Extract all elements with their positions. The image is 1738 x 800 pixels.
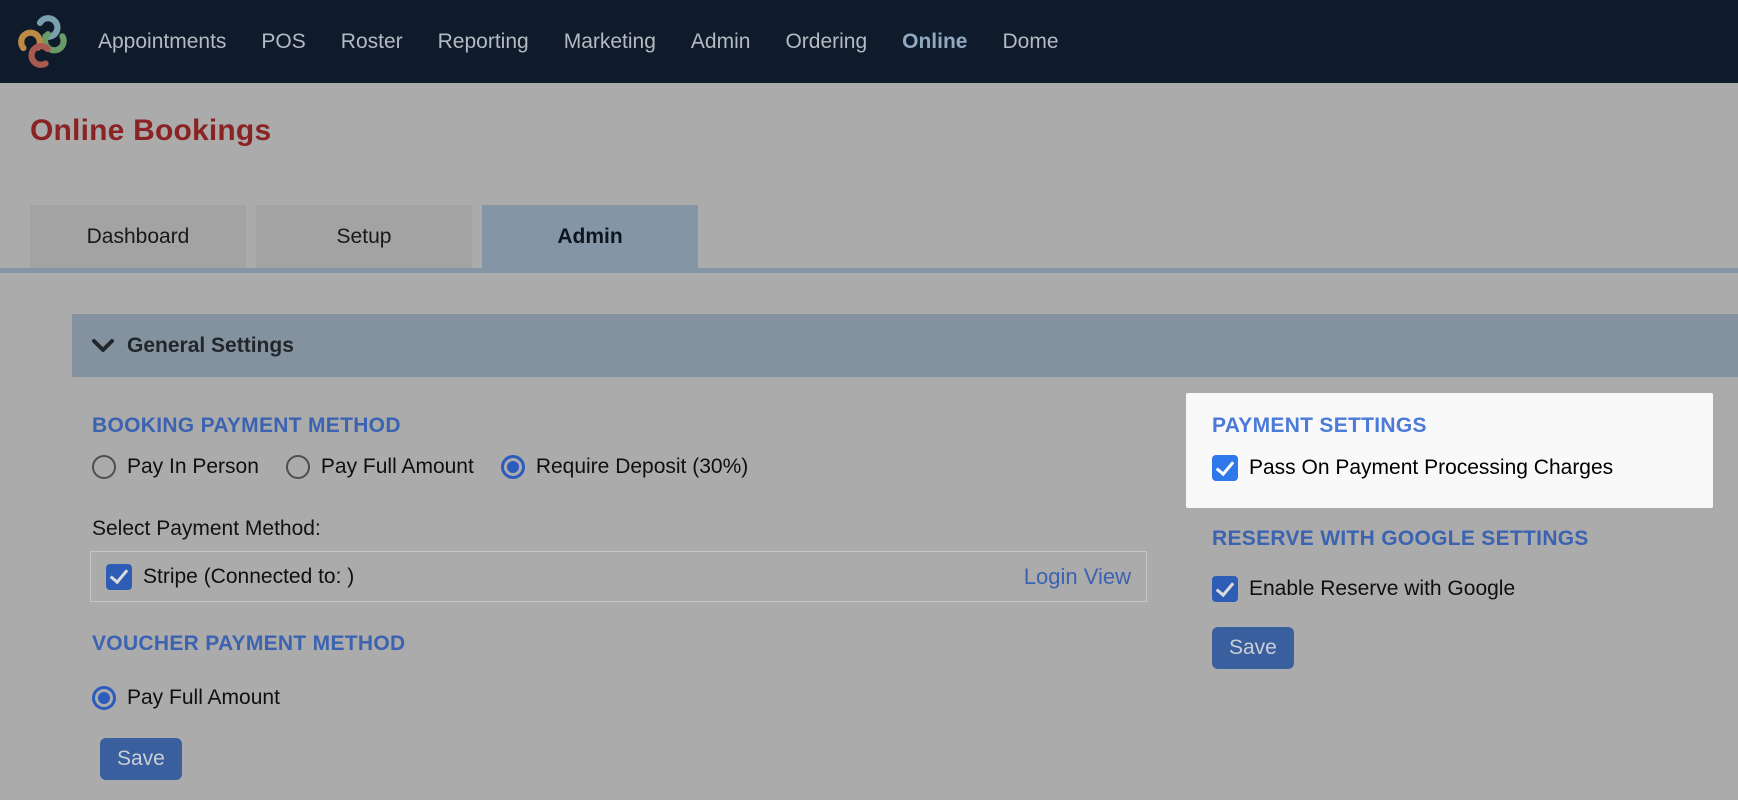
logo-icon [18,14,67,68]
nav-item-pos[interactable]: POS [261,30,305,54]
nav-item-ordering[interactable]: Ordering [785,30,867,54]
radio-label: Require Deposit (30%) [535,455,749,478]
radio-label: Pay In Person [127,455,259,478]
booking-payment-options: Pay In Person Pay Full Amount Require De… [92,455,748,479]
tab-underline [0,268,1738,273]
nav-item-online[interactable]: Online [902,30,967,54]
checkbox-checked [1212,576,1238,602]
stripe-label: Stripe (Connected to: ) [143,564,355,588]
pass-on-charges-checkbox-row[interactable]: Pass On Payment Processing Charges [1212,455,1713,481]
stripe-checkbox-row[interactable]: Stripe (Connected to: ) [106,563,355,590]
radio-label: Pay Full Amount [127,686,280,709]
check-icon [1215,456,1235,476]
nav-item-reporting[interactable]: Reporting [438,30,529,54]
radio-button [92,455,116,479]
checkbox-checked [106,563,132,590]
voucher-payment-method-heading: VOUCHER PAYMENT METHOD [92,632,406,655]
booking-payment-method-heading: BOOKING PAYMENT METHOD [92,414,401,437]
login-view-link[interactable]: Login View [1024,564,1131,590]
radio-voucher-pay-full-amount[interactable]: Pay Full Amount [92,686,280,710]
tab-bar: Dashboard Setup Admin [30,205,698,268]
save-booking-settings-button[interactable]: Save [100,738,182,780]
radio-button-selected [500,455,525,479]
general-settings-label: General Settings [127,333,294,357]
check-icon [109,564,129,585]
nav-item-dome[interactable]: Dome [1002,30,1058,54]
nav-menu: Appointments POS Roster Reporting Market… [98,30,1059,54]
radio-dot [506,461,519,473]
checkbox-checked [1212,455,1238,481]
general-settings-header[interactable]: General Settings [72,314,1738,377]
check-icon [1215,577,1235,597]
radio-button [285,455,310,479]
nav-item-appointments[interactable]: Appointments [98,30,226,54]
payment-settings-highlight: PAYMENT SETTINGS Pass On Payment Process… [1186,393,1713,508]
nav-item-marketing[interactable]: Marketing [564,30,656,54]
select-payment-method-label: Select Payment Method: [92,517,321,540]
brand-logo[interactable] [16,11,74,73]
top-navbar: Appointments POS Roster Reporting Market… [0,0,1738,83]
radio-button-selected [92,686,116,710]
radio-label: Pay Full Amount [320,455,474,478]
radio-pay-in-person[interactable]: Pay In Person [92,455,259,479]
tab-setup[interactable]: Setup [256,205,472,268]
payment-method-row: Stripe (Connected to: ) Login View [90,551,1147,602]
radio-require-deposit[interactable]: Require Deposit (30%) [500,455,749,479]
enable-reserve-google-checkbox-row[interactable]: Enable Reserve with Google [1212,576,1515,602]
tab-dashboard[interactable]: Dashboard [30,205,246,268]
chevron-down-icon [92,338,114,352]
nav-item-admin[interactable]: Admin [691,30,751,54]
page-title: Online Bookings [30,114,272,147]
save-reserve-google-button[interactable]: Save [1212,627,1294,669]
payment-settings-heading: PAYMENT SETTINGS [1212,414,1427,437]
reserve-with-google-heading: RESERVE WITH GOOGLE SETTINGS [1212,527,1589,550]
radio-pay-full-amount[interactable]: Pay Full Amount [285,455,474,479]
tab-admin[interactable]: Admin [482,205,698,268]
nav-item-roster[interactable]: Roster [341,30,403,54]
enable-reserve-google-label: Enable Reserve with Google [1249,577,1516,600]
pass-on-charges-label: Pass On Payment Processing Charges [1249,456,1614,479]
radio-dot [98,692,110,704]
